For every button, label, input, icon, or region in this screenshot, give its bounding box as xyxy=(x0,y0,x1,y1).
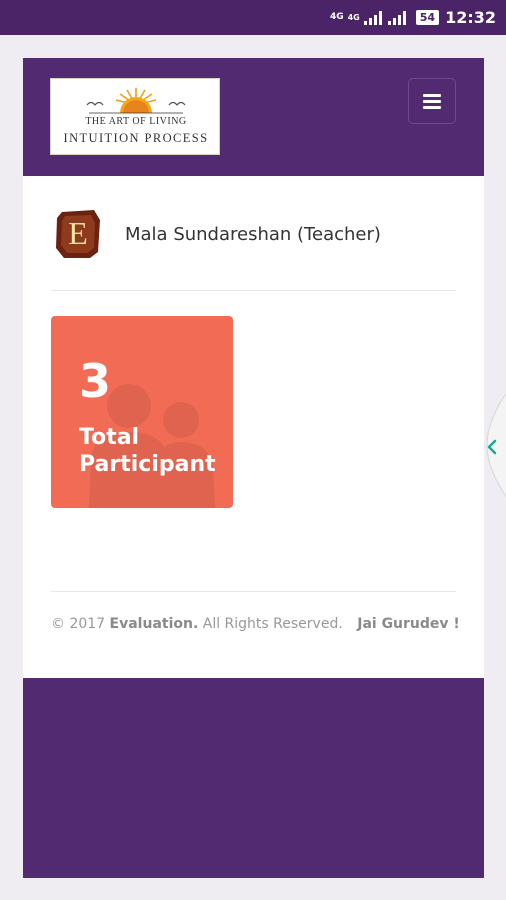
avatar-letter: E xyxy=(68,215,88,251)
brand-logo[interactable]: THE ART OF LIVING INTUITION PROCESS xyxy=(50,78,220,155)
rights-text: All Rights Reserved. xyxy=(202,616,343,632)
logo-title: INTUITION PROCESS xyxy=(63,131,209,145)
edge-drawer-handle[interactable] xyxy=(478,380,506,510)
logo-tagline: THE ART OF LIVING xyxy=(85,116,187,127)
network-type-indicator: 4G xyxy=(329,12,344,22)
participant-count: 3 xyxy=(79,354,112,408)
copyright-text: © 2017 xyxy=(51,616,106,632)
clock: 12:32 xyxy=(445,8,496,27)
battery-icon: 54 xyxy=(415,10,440,25)
footer-brand: Evaluation. xyxy=(109,616,199,632)
app-header: THE ART OF LIVING INTUITION PROCESS xyxy=(23,58,484,176)
footer: © 2017 Evaluation. All Rights Reserved. … xyxy=(51,616,460,632)
divider xyxy=(51,290,456,291)
total-participant-tile[interactable]: 3 Total Participant xyxy=(51,316,233,508)
network-type-indicator-secondary: 4G xyxy=(347,13,360,22)
teacher-avatar[interactable]: E xyxy=(54,208,102,260)
footer-divider xyxy=(51,591,456,592)
participant-label: Total Participant xyxy=(79,425,216,477)
teacher-name: Mala Sundareshan (Teacher) xyxy=(125,224,381,245)
footer-greeting: Jai Gurudev ! xyxy=(357,616,460,632)
bottom-band xyxy=(23,678,484,878)
main-card: THE ART OF LIVING INTUITION PROCESS E Ma… xyxy=(23,58,484,678)
hamburger-menu-icon[interactable] xyxy=(408,78,456,124)
signal-icon xyxy=(363,10,382,25)
signal-icon-secondary xyxy=(387,10,406,25)
participants-icon xyxy=(89,384,215,508)
status-bar: 4G 4G 54 12:32 xyxy=(0,0,506,35)
